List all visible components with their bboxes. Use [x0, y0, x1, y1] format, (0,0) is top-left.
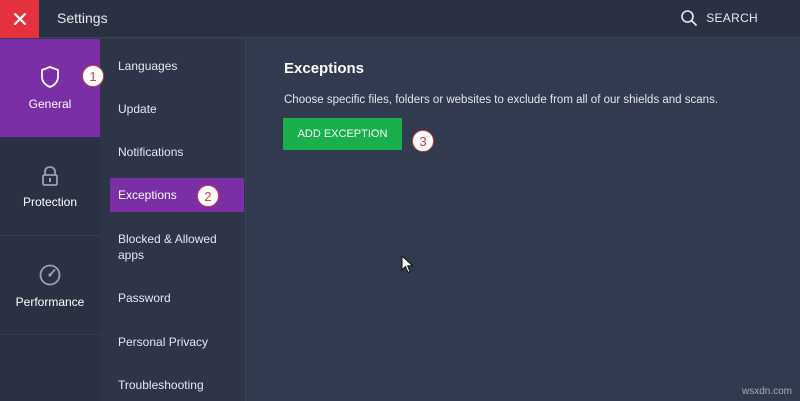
close-button[interactable] — [0, 0, 39, 38]
search-label: SEARCH — [706, 11, 758, 25]
search-icon — [681, 10, 698, 26]
subnav-item-troubleshooting[interactable]: Troubleshooting — [110, 375, 244, 395]
title-bar: Settings SEARCH — [0, 0, 800, 38]
nav-general[interactable]: General — [0, 39, 100, 137]
mouse-cursor-icon — [401, 255, 414, 274]
main-nav: General Protection Performance — [0, 39, 100, 401]
nav-general-label: General — [28, 97, 72, 111]
nav-protection[interactable]: Protection — [0, 138, 100, 236]
nav-protection-label: Protection — [22, 194, 78, 209]
subnav-item-notifications[interactable]: Notifications — [110, 142, 244, 162]
sub-nav: Languages Update Notifications Exception… — [100, 39, 246, 401]
subnav-item-update[interactable]: Update — [110, 99, 244, 119]
subnav-item-password[interactable]: Password — [110, 288, 244, 308]
lock-icon — [42, 165, 58, 186]
exceptions-panel: Exceptions Choose specific files, folder… — [247, 39, 800, 401]
subnav-item-languages[interactable]: Languages — [110, 56, 244, 76]
page-title: Exceptions — [284, 60, 365, 77]
add-exception-button[interactable]: ADD EXCEPTION — [283, 118, 402, 150]
subnav-item-personal-privacy[interactable]: Personal Privacy — [110, 332, 244, 352]
gauge-icon — [39, 264, 61, 285]
page-description: Choose specific files, folders or websit… — [284, 94, 719, 106]
watermark: wsxdn.com — [741, 386, 792, 397]
nav-performance[interactable]: Performance — [0, 237, 100, 335]
search-button[interactable]: SEARCH — [680, 9, 758, 27]
close-icon — [13, 13, 26, 25]
subnav-item-exceptions[interactable]: Exceptions — [110, 178, 244, 212]
step-marker-1: 1 — [82, 65, 104, 87]
window-title: Settings — [57, 10, 108, 26]
step-marker-2: 2 — [197, 185, 219, 207]
subnav-item-blocked-allowed-apps[interactable]: Blocked & Allowed apps — [110, 229, 244, 265]
shield-icon — [41, 66, 59, 88]
nav-performance-label: Performance — [15, 294, 85, 309]
step-marker-3: 3 — [412, 130, 434, 152]
